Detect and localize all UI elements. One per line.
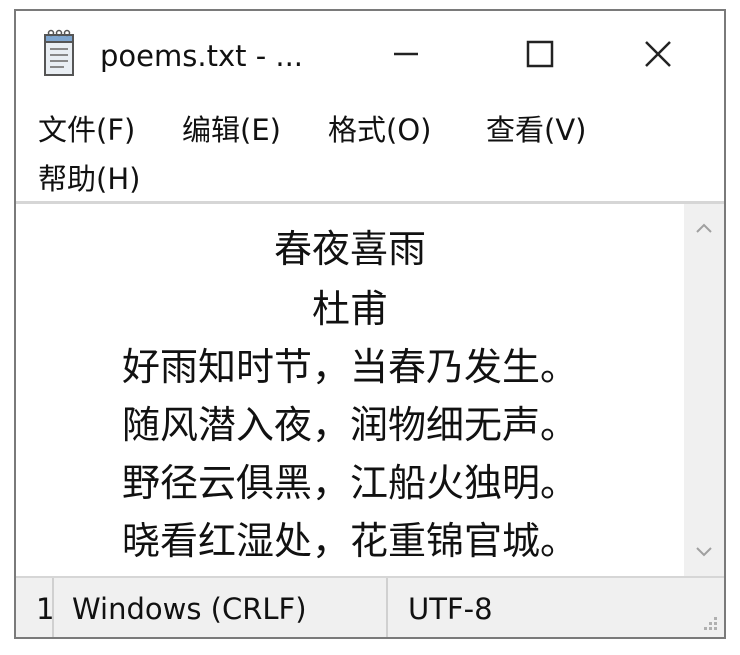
window-title: poems.txt - ... bbox=[100, 39, 304, 73]
menu-bar: 文件(F) 编辑(E) 格式(O) 查看(V) 帮助(H) bbox=[16, 101, 724, 201]
maximize-icon bbox=[526, 40, 554, 68]
close-button[interactable] bbox=[618, 25, 698, 83]
chevron-up-icon bbox=[696, 223, 712, 233]
poem-line-1: 好雨知时节，当春乃发生。 bbox=[121, 345, 578, 389]
menu-view[interactable]: 查看(V) bbox=[486, 107, 586, 149]
minimize-button[interactable] bbox=[366, 25, 446, 83]
status-line-ending: Windows (CRLF) bbox=[72, 592, 307, 626]
poem-line-2: 随风潜入夜，润物细无声。 bbox=[121, 403, 578, 447]
status-bar: 1 Windows (CRLF) UTF-8 bbox=[16, 576, 724, 637]
notepad-window: poems.txt - ... 文件(F) 编辑(E) 格式(O) 查看(V) … bbox=[14, 9, 726, 639]
resize-grip-icon[interactable] bbox=[698, 611, 720, 633]
chevron-down-icon bbox=[696, 547, 712, 557]
close-icon bbox=[645, 41, 671, 67]
status-divider bbox=[52, 578, 54, 637]
poem-line-4: 晓看红湿处，花重锦官城。 bbox=[121, 519, 578, 563]
status-encoding: UTF-8 bbox=[408, 592, 493, 626]
minimize-icon bbox=[394, 52, 418, 56]
menu-edit[interactable]: 编辑(E) bbox=[182, 107, 281, 149]
status-divider bbox=[386, 578, 388, 637]
scroll-down-button[interactable] bbox=[684, 532, 724, 572]
notepad-icon bbox=[44, 29, 74, 76]
poem-author: 杜甫 bbox=[311, 287, 388, 331]
maximize-button[interactable] bbox=[500, 25, 580, 83]
menu-format[interactable]: 格式(O) bbox=[328, 107, 431, 149]
vertical-scrollbar[interactable] bbox=[684, 204, 724, 576]
poem-line-3: 野径云俱黑，江船火独明。 bbox=[121, 461, 578, 505]
menu-help[interactable]: 帮助(H) bbox=[38, 156, 140, 198]
menu-file[interactable]: 文件(F) bbox=[38, 107, 135, 149]
scroll-up-button[interactable] bbox=[684, 208, 724, 248]
poem-title: 春夜喜雨 bbox=[273, 227, 426, 271]
text-editor[interactable]: 春夜喜雨 杜甫 好雨知时节，当春乃发生。 随风潜入夜，润物细无声。 野径云俱黑，… bbox=[16, 204, 684, 576]
title-bar[interactable]: poems.txt - ... bbox=[16, 11, 724, 101]
